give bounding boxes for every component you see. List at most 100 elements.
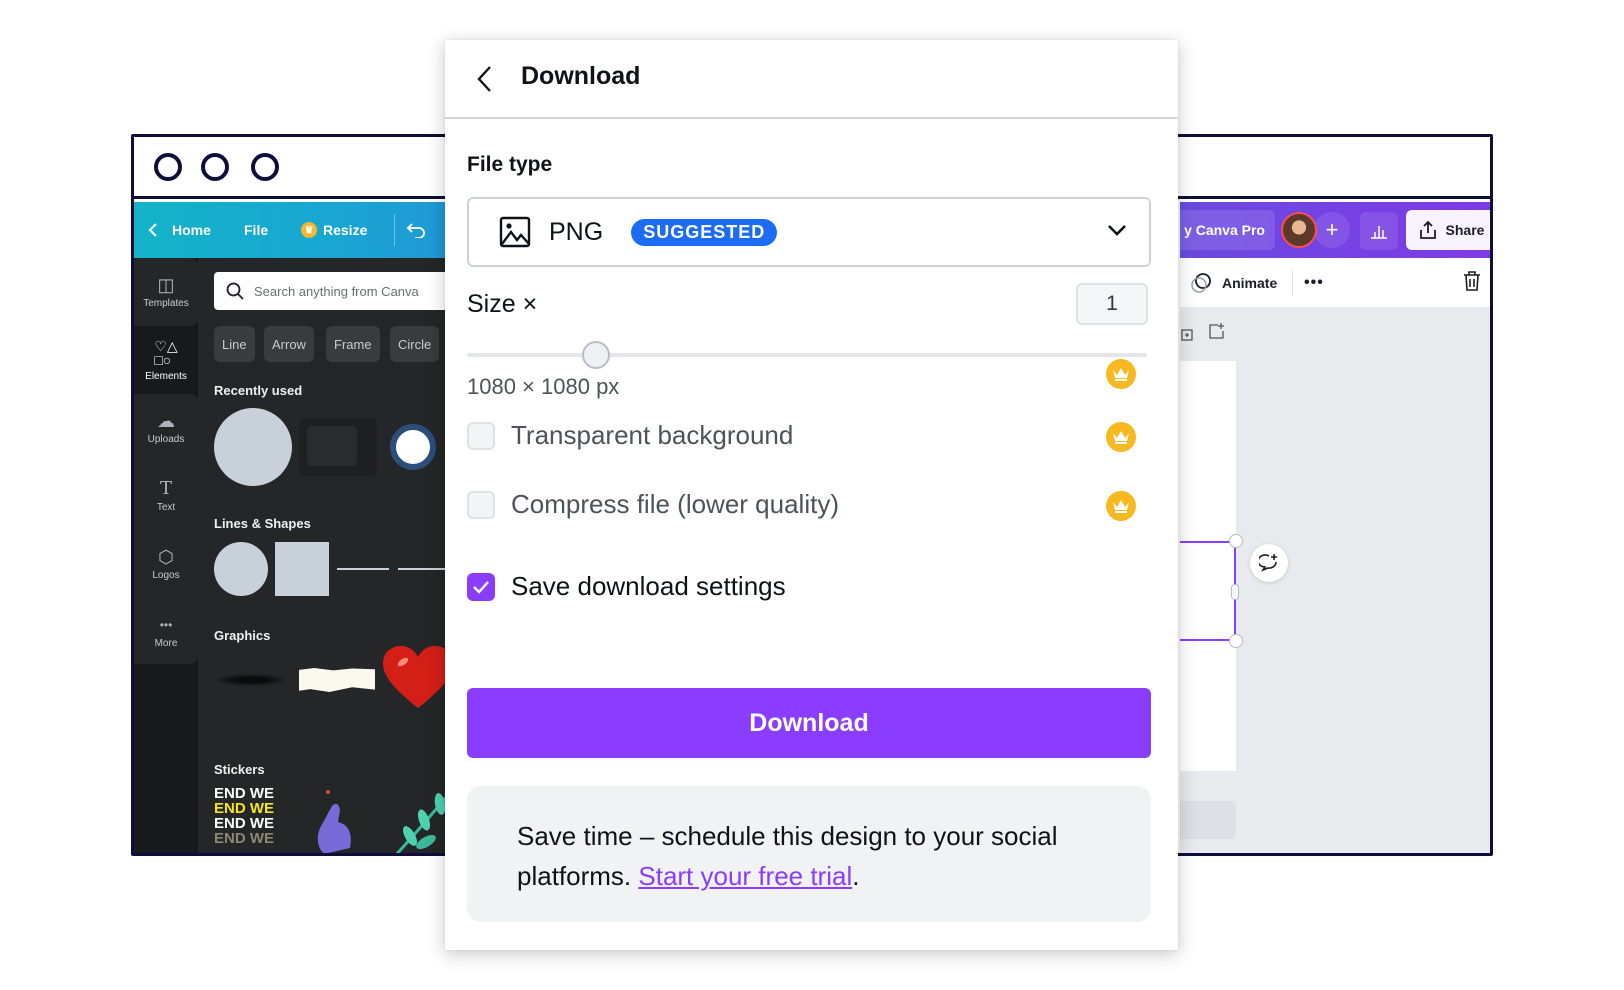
chip-circle[interactable]: Circle: [390, 326, 440, 362]
comment-add-icon: [1259, 554, 1277, 572]
compress-file-checkbox[interactable]: [467, 490, 495, 519]
sticker-text: END WE: [214, 815, 274, 832]
save-settings-checkbox[interactable]: [467, 572, 495, 601]
add-comment-button[interactable]: [1250, 544, 1288, 582]
more-label: •••: [1304, 274, 1324, 291]
download-button[interactable]: Download: [467, 688, 1151, 758]
resize-handle[interactable]: [1229, 634, 1243, 648]
home-label: Home: [172, 222, 211, 238]
context-divider: [1292, 270, 1293, 296]
delete-button[interactable]: [1462, 270, 1482, 295]
try-canva-pro-button[interactable]: y Canva Pro: [1180, 210, 1275, 250]
chip-arrow[interactable]: Arrow: [264, 326, 314, 362]
crown-icon: [1106, 491, 1136, 521]
more-options-button[interactable]: •••: [1304, 258, 1324, 308]
search-icon: [226, 282, 244, 300]
shape-line[interactable]: [337, 568, 389, 570]
chevron-left-icon: [477, 66, 491, 92]
sidebar-item-uploads[interactable]: ☁ Uploads: [134, 394, 198, 462]
section-title-lines-shapes: Lines & Shapes: [214, 516, 311, 531]
size-label: Size ×: [467, 290, 538, 318]
more-icon: •••: [159, 617, 173, 632]
stage: Home File ♛ Resize ◫ Templates ♡△ □○ Elem…: [0, 0, 1624, 990]
sidebar-item-text[interactable]: T Text: [134, 462, 198, 530]
shape-circle[interactable]: [214, 542, 268, 596]
dialog-title: Download: [521, 62, 641, 90]
recent-tv-graphic[interactable]: [299, 418, 377, 476]
chip-line[interactable]: Line: [214, 326, 255, 362]
sidebar-item-label: Text: [156, 501, 176, 513]
image-icon: [499, 216, 531, 248]
option-label: Compress file (lower quality): [511, 489, 839, 519]
sidebar-item-more[interactable]: ••• More: [134, 598, 198, 666]
undo-icon: [406, 223, 425, 238]
size-value: 1: [1106, 292, 1118, 315]
sticker-text: END WE: [214, 800, 274, 817]
selection-box[interactable]: [1180, 541, 1236, 641]
side-handle[interactable]: [1231, 584, 1239, 600]
sticker-end-weekend[interactable]: END WE END WE END WE END WE: [214, 786, 290, 853]
chip-frame[interactable]: Frame: [326, 326, 380, 362]
animate-label: Animate: [1222, 275, 1278, 291]
add-collaborator-button[interactable]: +: [1314, 212, 1350, 248]
graphic-paper-strip[interactable]: [299, 668, 375, 692]
chip-label: Frame: [334, 336, 372, 352]
share-button[interactable]: Share: [1406, 210, 1490, 250]
search-input[interactable]: Search anything from Canva: [214, 272, 464, 310]
transparent-background-option[interactable]: Transparent background: [467, 420, 793, 451]
file-label: File: [244, 222, 269, 238]
elements-panel: Search anything from Canva Line Arrow Fr…: [198, 258, 464, 853]
crown-icon: ♛: [301, 222, 317, 238]
text-icon: T: [159, 477, 172, 499]
plus-icon: +: [1325, 217, 1339, 242]
logos-icon: ⬡: [158, 546, 174, 567]
home-button[interactable]: Home: [148, 202, 211, 258]
search-placeholder: Search anything from Canva: [254, 283, 419, 299]
sidebar-item-elements[interactable]: ♡△ □○ Elements: [134, 326, 198, 394]
sidebar-item-templates[interactable]: ◫ Templates: [134, 258, 198, 326]
save-download-settings-option[interactable]: Save download settings: [467, 571, 786, 602]
section-title-stickers: Stickers: [214, 762, 265, 777]
chip-label: Arrow: [272, 336, 306, 352]
undo-button[interactable]: [406, 202, 426, 258]
shape-square[interactable]: [275, 542, 329, 596]
file-menu-button[interactable]: File: [244, 202, 268, 258]
size-multiplier-input[interactable]: 1: [1076, 283, 1148, 325]
editor-sidebar: ◫ Templates ♡△ □○ Elements ☁ Uploads T Te…: [134, 258, 198, 853]
bar-chart-icon: [1371, 226, 1387, 239]
chevron-left-icon: [148, 223, 157, 237]
animate-button[interactable]: Animate: [1190, 258, 1277, 308]
size-slider-thumb[interactable]: [582, 341, 611, 369]
transparent-background-checkbox[interactable]: [467, 421, 495, 450]
user-avatar[interactable]: [1281, 212, 1317, 248]
size-slider-track[interactable]: [467, 353, 1147, 357]
sticker-finger-heart[interactable]: [310, 788, 360, 853]
crown-icon: [1106, 422, 1136, 452]
page-thumbnail-bar[interactable]: [1180, 801, 1236, 839]
sidebar-item-label: Elements: [145, 370, 187, 382]
add-page-button[interactable]: [1208, 322, 1226, 345]
dialog-header: Download: [445, 40, 1178, 119]
graphic-heart[interactable]: [383, 646, 453, 711]
recent-target-graphic[interactable]: [390, 424, 436, 470]
download-dialog: Download File type PNG SUGGESTED Size × …: [445, 40, 1178, 950]
insights-button[interactable]: [1360, 212, 1398, 250]
sidebar-item-logos[interactable]: ⬡ Logos: [134, 530, 198, 598]
file-type-label: File type: [467, 153, 553, 176]
trash-icon: [1464, 271, 1480, 291]
resize-button[interactable]: ♛ Resize: [301, 202, 367, 258]
chevron-down-icon: [1108, 225, 1126, 236]
share-upload-icon: [1419, 220, 1436, 239]
compress-file-option[interactable]: Compress file (lower quality): [467, 489, 839, 520]
suggested-badge: SUGGESTED: [631, 218, 778, 246]
recent-circle-shape[interactable]: [214, 408, 292, 486]
window-dot-icon: [154, 153, 182, 181]
free-trial-link[interactable]: Start your free trial: [638, 861, 852, 891]
resize-handle[interactable]: [1229, 534, 1243, 548]
file-type-select[interactable]: PNG SUGGESTED: [467, 197, 1151, 267]
duplicate-page-button[interactable]: [1180, 326, 1196, 347]
try-pro-label: y Canva Pro: [1184, 222, 1265, 238]
graphic-shadow[interactable]: [216, 674, 286, 686]
back-button[interactable]: [469, 60, 499, 98]
duplicate-page-icon: [1181, 329, 1193, 341]
